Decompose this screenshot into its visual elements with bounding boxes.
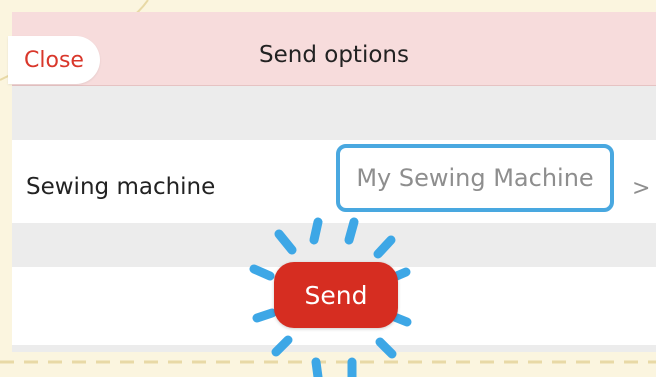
sewing-machine-row[interactable]: Sewing machine My Sewing Machine > xyxy=(12,140,656,223)
section-spacer xyxy=(12,223,656,267)
header-bar: Close Send options xyxy=(8,12,656,86)
sewing-machine-value: My Sewing Machine xyxy=(356,164,594,192)
page-title: Send options xyxy=(259,42,409,68)
section-spacer xyxy=(12,86,656,140)
chevron-right-icon: > xyxy=(632,176,651,201)
section-spacer xyxy=(12,345,656,352)
send-button[interactable]: Send xyxy=(274,262,398,328)
send-button-label: Send xyxy=(304,280,368,310)
sewing-machine-label: Sewing machine xyxy=(26,174,216,200)
sewing-machine-value-highlight[interactable]: My Sewing Machine xyxy=(336,144,614,212)
